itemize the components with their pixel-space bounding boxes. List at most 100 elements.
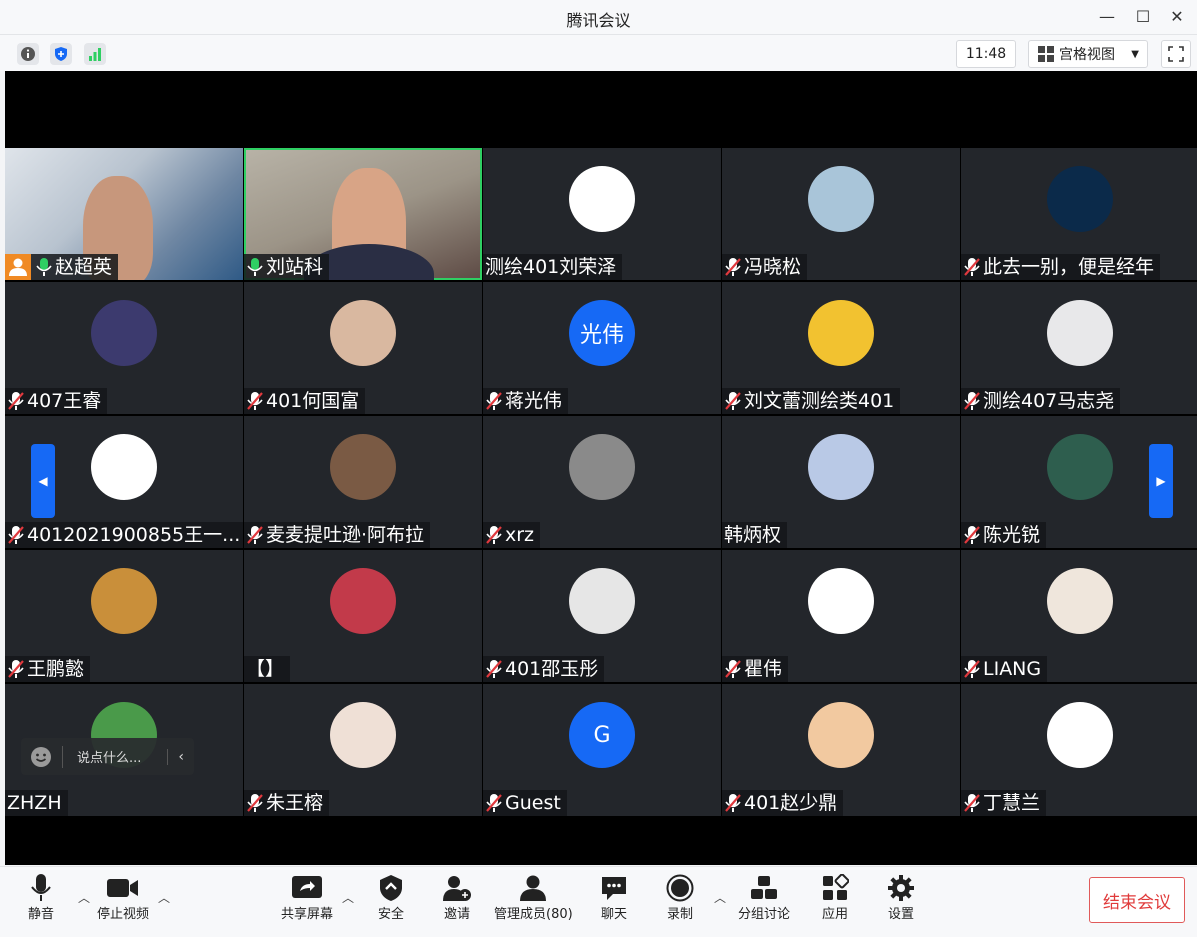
collapse-chat-icon[interactable]: ‹ [167, 748, 194, 765]
invite-button[interactable]: 邀请 [440, 873, 474, 931]
fullscreen-icon[interactable] [1161, 40, 1191, 68]
participant-avatar [91, 568, 157, 634]
chevron-down-icon: ▼ [1131, 48, 1139, 60]
participant-name: LIANG [983, 658, 1042, 680]
participant-tile[interactable]: 测绘401刘荣泽 [483, 148, 721, 280]
participant-tile[interactable]: 刘站科 [244, 148, 482, 280]
microphone-muted-icon [963, 793, 981, 813]
participant-avatar [1047, 434, 1113, 500]
participant-name: 朱王榕 [266, 792, 324, 814]
microphone-icon [24, 873, 58, 903]
signal-icon[interactable] [84, 43, 106, 65]
participant-avatar [569, 434, 635, 500]
participant-tile[interactable]: xrz [483, 416, 721, 548]
participant-name-label: 401何国富 [244, 388, 366, 414]
chevron-right-icon: ▶ [1156, 474, 1166, 488]
participant-name: xrz [505, 524, 535, 546]
title-bar: 腾讯会议 — ☐ ✕ [0, 0, 1197, 35]
microphone-muted-icon [7, 525, 25, 545]
participant-name-label: 【】 [244, 656, 291, 682]
participant-avatar [808, 568, 874, 634]
share-options-caret[interactable]: ︿ [342, 889, 354, 906]
participant-tile[interactable]: LIANG [961, 550, 1197, 682]
participant-tile[interactable]: 王鹏懿 [5, 550, 243, 682]
camera-icon [106, 873, 140, 903]
participant-tile[interactable]: 朱王榕 [244, 684, 482, 816]
participant-tile[interactable]: 瞿伟 [722, 550, 960, 682]
grid-view-icon [1038, 46, 1054, 62]
members-label: 管理成员(80) [494, 907, 573, 922]
participant-avatar [569, 568, 635, 634]
participant-tile[interactable]: 赵超英 [5, 148, 243, 280]
participant-avatar [808, 166, 874, 232]
emoji-icon[interactable] [30, 746, 52, 768]
microphone-muted-icon [485, 793, 503, 813]
participant-avatar [808, 300, 874, 366]
minimize-icon[interactable]: — [1096, 6, 1118, 28]
settings-button[interactable]: 设置 [884, 873, 918, 931]
participant-tile[interactable]: 刘文蕾测绘类401 [722, 282, 960, 414]
info-icon[interactable] [17, 43, 39, 65]
microphone-on-icon [35, 257, 53, 277]
microphone-muted-icon [7, 659, 25, 679]
shield-icon[interactable] [50, 43, 72, 65]
end-meeting-button[interactable]: 结束会议 [1089, 877, 1185, 923]
participant-name: Guest [505, 792, 561, 814]
view-mode-select[interactable]: 宫格视图 ▼ [1028, 40, 1148, 68]
mute-button[interactable]: 静音 [24, 873, 58, 931]
participant-tile[interactable]: 401邵玉彤 [483, 550, 721, 682]
manage-members-button[interactable]: 管理成员(80) [494, 873, 573, 931]
participant-avatar [808, 702, 874, 768]
participant-name: 陈光锐 [983, 524, 1041, 546]
prev-page-button[interactable]: ◀ [31, 444, 55, 518]
members-icon [516, 873, 550, 903]
participant-name: 测绘407马志尧 [983, 390, 1115, 412]
participant-tile[interactable]: 此去一别，便是经年 [961, 148, 1197, 280]
participant-name-label: Guest [483, 790, 567, 816]
participant-tile[interactable]: G Guest [483, 684, 721, 816]
chat-divider [62, 745, 63, 768]
close-icon[interactable]: ✕ [1166, 6, 1188, 28]
participant-tile[interactable]: 407王睿 [5, 282, 243, 414]
participant-name-label: 蒋光伟 [483, 388, 569, 414]
participant-name-label: 朱王榕 [244, 790, 330, 816]
participant-tile[interactable]: 测绘407马志尧 [961, 282, 1197, 414]
microphone-muted-icon [246, 391, 264, 411]
participant-name-label: 4012021900855王一... [5, 522, 243, 548]
gear-icon [884, 873, 918, 903]
chat-button[interactable]: 聊天 [597, 873, 631, 931]
chevron-left-icon: ◀ [38, 474, 48, 488]
participant-avatar [1047, 568, 1113, 634]
participant-name: 赵超英 [55, 256, 113, 278]
apps-button[interactable]: 应用 [818, 873, 852, 931]
participant-name-label: 王鹏懿 [5, 656, 91, 682]
security-button[interactable]: 安全 [374, 873, 408, 931]
participant-avatar [330, 300, 396, 366]
record-options-caret[interactable]: ︿ [714, 889, 726, 906]
participant-avatar [91, 300, 157, 366]
chat-quick-input[interactable]: 说点什么... ‹ [21, 738, 194, 775]
next-page-button[interactable]: ▶ [1149, 444, 1173, 518]
record-button[interactable]: 录制 [663, 873, 697, 931]
participant-tile[interactable]: 冯晓松 [722, 148, 960, 280]
breakout-button[interactable]: 分组讨论 [738, 873, 790, 931]
participant-name-label: 测绘407马志尧 [961, 388, 1121, 414]
participant-tile[interactable]: 韩炳权 [722, 416, 960, 548]
maximize-icon[interactable]: ☐ [1132, 6, 1154, 28]
microphone-muted-icon [724, 793, 742, 813]
participant-tile[interactable]: 丁慧兰 [961, 684, 1197, 816]
participant-tile[interactable]: 401赵少鼎 [722, 684, 960, 816]
participant-name-label: 刘文蕾测绘类401 [722, 388, 901, 414]
participant-name: 冯晓松 [744, 256, 802, 278]
video-options-caret[interactable]: ︿ [158, 889, 170, 906]
participant-tile[interactable]: 光伟 蒋光伟 [483, 282, 721, 414]
mic-options-caret[interactable]: ︿ [78, 889, 90, 906]
share-screen-button[interactable]: 共享屏幕 [281, 873, 333, 931]
participant-name: 401何国富 [266, 390, 360, 412]
chat-label: 聊天 [600, 907, 627, 922]
participant-name: 此去一别，便是经年 [983, 256, 1155, 278]
stop-video-button[interactable]: 停止视频 [97, 873, 149, 931]
participant-tile[interactable]: 麦麦提吐逊·阿布拉 [244, 416, 482, 548]
participant-tile[interactable]: 【】 [244, 550, 482, 682]
participant-tile[interactable]: 401何国富 [244, 282, 482, 414]
